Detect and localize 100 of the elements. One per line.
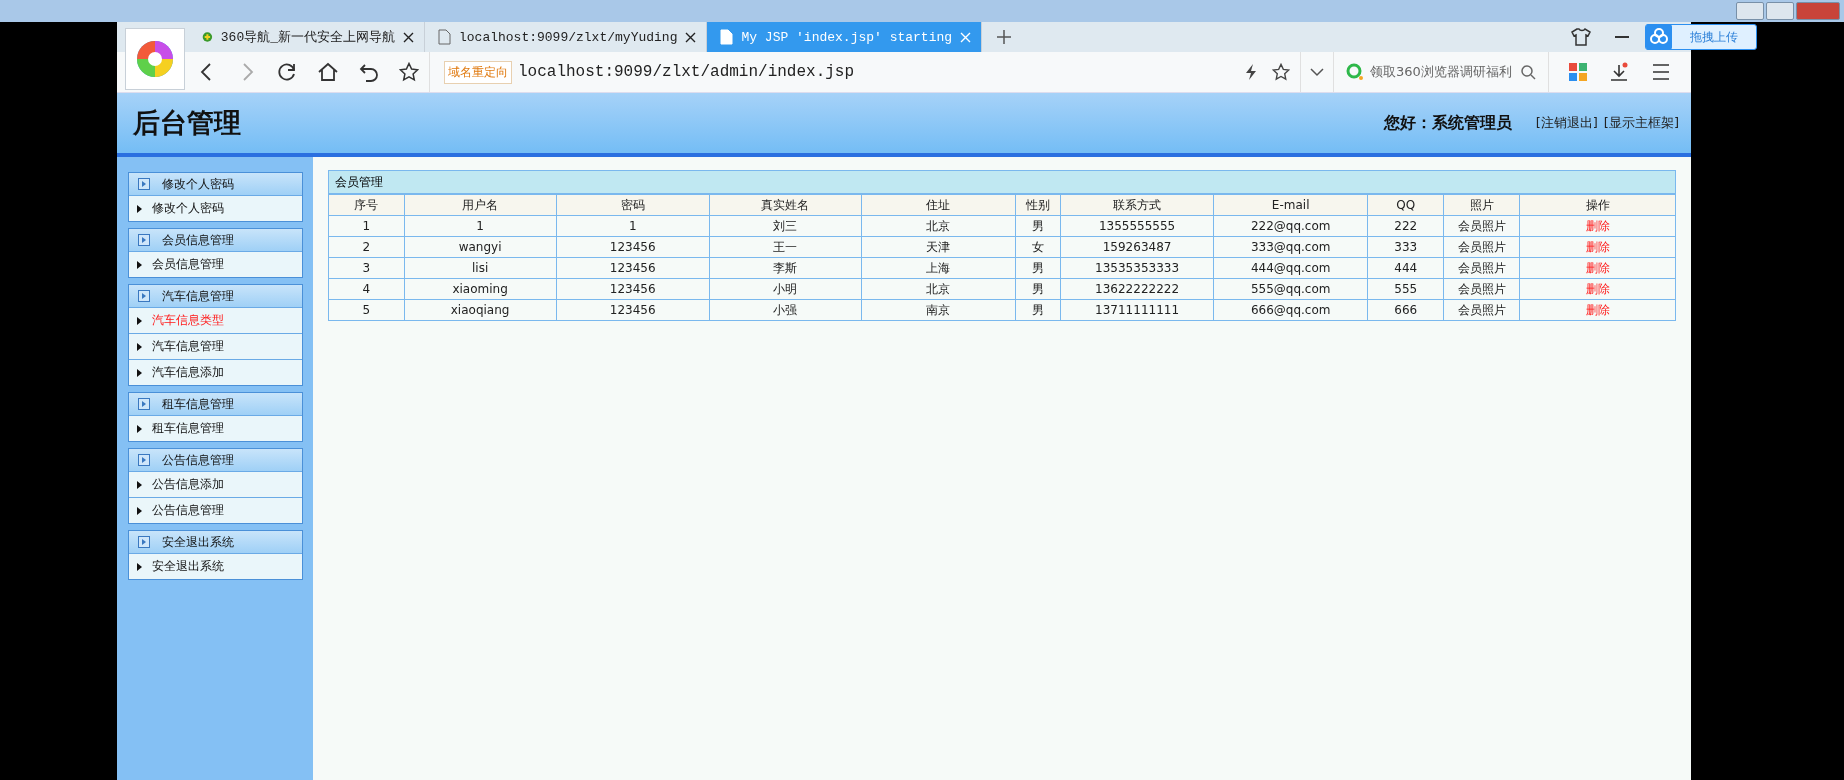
table-cell: 4 <box>329 278 405 300</box>
menu-group-header[interactable]: 公告信息管理 <box>129 449 302 472</box>
column-header: 用户名 <box>404 194 557 216</box>
square-icon <box>138 234 150 246</box>
table-cell: 5 <box>329 299 405 320</box>
table-cell: 刘三 <box>709 215 862 237</box>
table-cell: 13535353333 <box>1060 257 1214 279</box>
star-icon[interactable] <box>1272 63 1290 81</box>
table-cell: 333@qq.com <box>1213 236 1368 258</box>
page-icon <box>437 29 451 45</box>
menu-item[interactable]: 会员信息管理 <box>129 252 302 277</box>
table-cell: 3 <box>329 257 405 279</box>
search-icon[interactable] <box>1520 64 1536 80</box>
menu-item-label: 租车信息管理 <box>152 420 224 437</box>
menu-group-header[interactable]: 安全退出系统 <box>129 531 302 554</box>
panel-title: 会员管理 <box>329 171 1675 194</box>
menu-item-label: 公告信息添加 <box>152 476 224 493</box>
lightning-icon[interactable] <box>1244 63 1258 81</box>
table-cell: 333 <box>1367 236 1444 258</box>
menu-item[interactable]: 汽车信息添加 <box>129 360 302 385</box>
menu-icon[interactable] <box>1651 63 1671 81</box>
restore-button[interactable] <box>1766 2 1794 20</box>
menu-item[interactable]: 公告信息管理 <box>129 498 302 523</box>
square-icon <box>138 398 150 410</box>
search-field[interactable]: 领取360浏览器调研福利 <box>1370 63 1514 81</box>
menu-item[interactable]: 安全退出系统 <box>129 554 302 579</box>
menu-item-label: 公告信息管理 <box>152 502 224 519</box>
menu-group-header[interactable]: 修改个人密码 <box>129 173 302 196</box>
tab-title: localhost:9099/zlxt/myYuding <box>459 29 678 45</box>
triangle-icon <box>137 480 142 489</box>
menu-item[interactable]: 修改个人密码 <box>129 196 302 221</box>
menu-item-label: 修改个人密码 <box>152 200 224 217</box>
browser-logo-icon[interactable] <box>125 28 185 90</box>
table-cell: 会员照片 <box>1443 278 1520 300</box>
square-icon <box>138 536 150 548</box>
menu-group-header[interactable]: 汽车信息管理 <box>129 285 302 308</box>
column-header: 联系方式 <box>1060 194 1214 216</box>
url-field[interactable]: localhost:9099/zlxt/admin/index.jsp <box>518 63 855 81</box>
menu-item-label: 汽车信息管理 <box>152 338 224 355</box>
close-tab-icon[interactable] <box>685 31 697 43</box>
close-tab-icon[interactable] <box>403 31 414 43</box>
header-link[interactable]: [注销退出] <box>1535 114 1598 132</box>
menu-group-header[interactable]: 会员信息管理 <box>129 229 302 252</box>
table-cell: 女 <box>1015 236 1061 258</box>
home-icon[interactable] <box>317 62 339 82</box>
table-cell: 123456 <box>556 278 710 300</box>
menu-item[interactable]: 公告信息添加 <box>129 472 302 498</box>
table-cell: 1 <box>556 215 710 237</box>
triangle-icon <box>137 342 142 351</box>
plus-circle-icon <box>202 29 213 45</box>
table-cell: 男 <box>1015 278 1061 300</box>
table-cell: 555 <box>1367 278 1444 300</box>
table-cell: 天津 <box>861 236 1016 258</box>
menu-group-title: 安全退出系统 <box>162 533 234 551</box>
menu-group-title: 公告信息管理 <box>162 451 234 469</box>
triangle-icon <box>137 368 142 377</box>
square-icon <box>138 178 150 190</box>
cloud-icon <box>1646 24 1672 50</box>
table-cell: 男 <box>1015 257 1061 279</box>
menu-item[interactable]: 汽车信息类型 <box>129 308 302 334</box>
menu-item-label: 汽车信息添加 <box>152 364 224 381</box>
undo-icon[interactable] <box>359 62 379 82</box>
header-link[interactable]: [显示主框架] <box>1603 114 1679 132</box>
column-header: 性别 <box>1015 194 1061 216</box>
table-cell: 男 <box>1015 215 1061 237</box>
table-cell: 王一 <box>709 236 862 258</box>
menu-group-header[interactable]: 租车信息管理 <box>129 393 302 416</box>
menu-item-label: 会员信息管理 <box>152 256 224 273</box>
table-cell: 小明 <box>709 278 862 300</box>
menu-item[interactable]: 汽车信息管理 <box>129 334 302 360</box>
table-cell: xiaoming <box>404 278 557 300</box>
table-cell: 会员照片 <box>1443 215 1520 237</box>
site-title: 后台管理 <box>133 106 242 140</box>
table-cell: 上海 <box>861 257 1016 279</box>
download-icon[interactable] <box>1609 62 1629 82</box>
star-icon[interactable] <box>399 62 419 82</box>
shirt-icon[interactable] <box>1571 28 1591 46</box>
column-header: 序号 <box>329 194 405 216</box>
menu-item[interactable]: 租车信息管理 <box>129 416 302 441</box>
table-cell: 159263487 <box>1060 236 1214 258</box>
minimize-button[interactable] <box>1736 2 1764 20</box>
new-tab-icon[interactable] <box>996 29 1013 45</box>
page-icon <box>719 29 734 45</box>
delete-link[interactable]: 删除 <box>1519 299 1675 320</box>
triangle-icon <box>137 506 142 515</box>
table-cell: wangyi <box>404 236 557 258</box>
column-header: 操作 <box>1519 194 1675 216</box>
apps-grid-icon[interactable] <box>1569 63 1587 81</box>
table-cell: 会员照片 <box>1443 236 1520 258</box>
triangle-icon <box>137 316 142 325</box>
tab-title: 360导航_新一代安全上网导航 <box>220 29 395 46</box>
column-header: 密码 <box>556 194 710 216</box>
table-cell: 2 <box>329 236 405 258</box>
menu-group-title: 租车信息管理 <box>162 395 234 413</box>
upload-button[interactable]: 拖拽上传 <box>1645 24 1757 50</box>
menu-item-label: 汽车信息类型 <box>152 312 224 329</box>
reload-icon[interactable] <box>277 62 297 82</box>
greeting-text: 您好：系统管理员 <box>1383 112 1512 134</box>
table-cell: 555@qq.com <box>1213 278 1368 300</box>
square-icon <box>138 290 150 302</box>
